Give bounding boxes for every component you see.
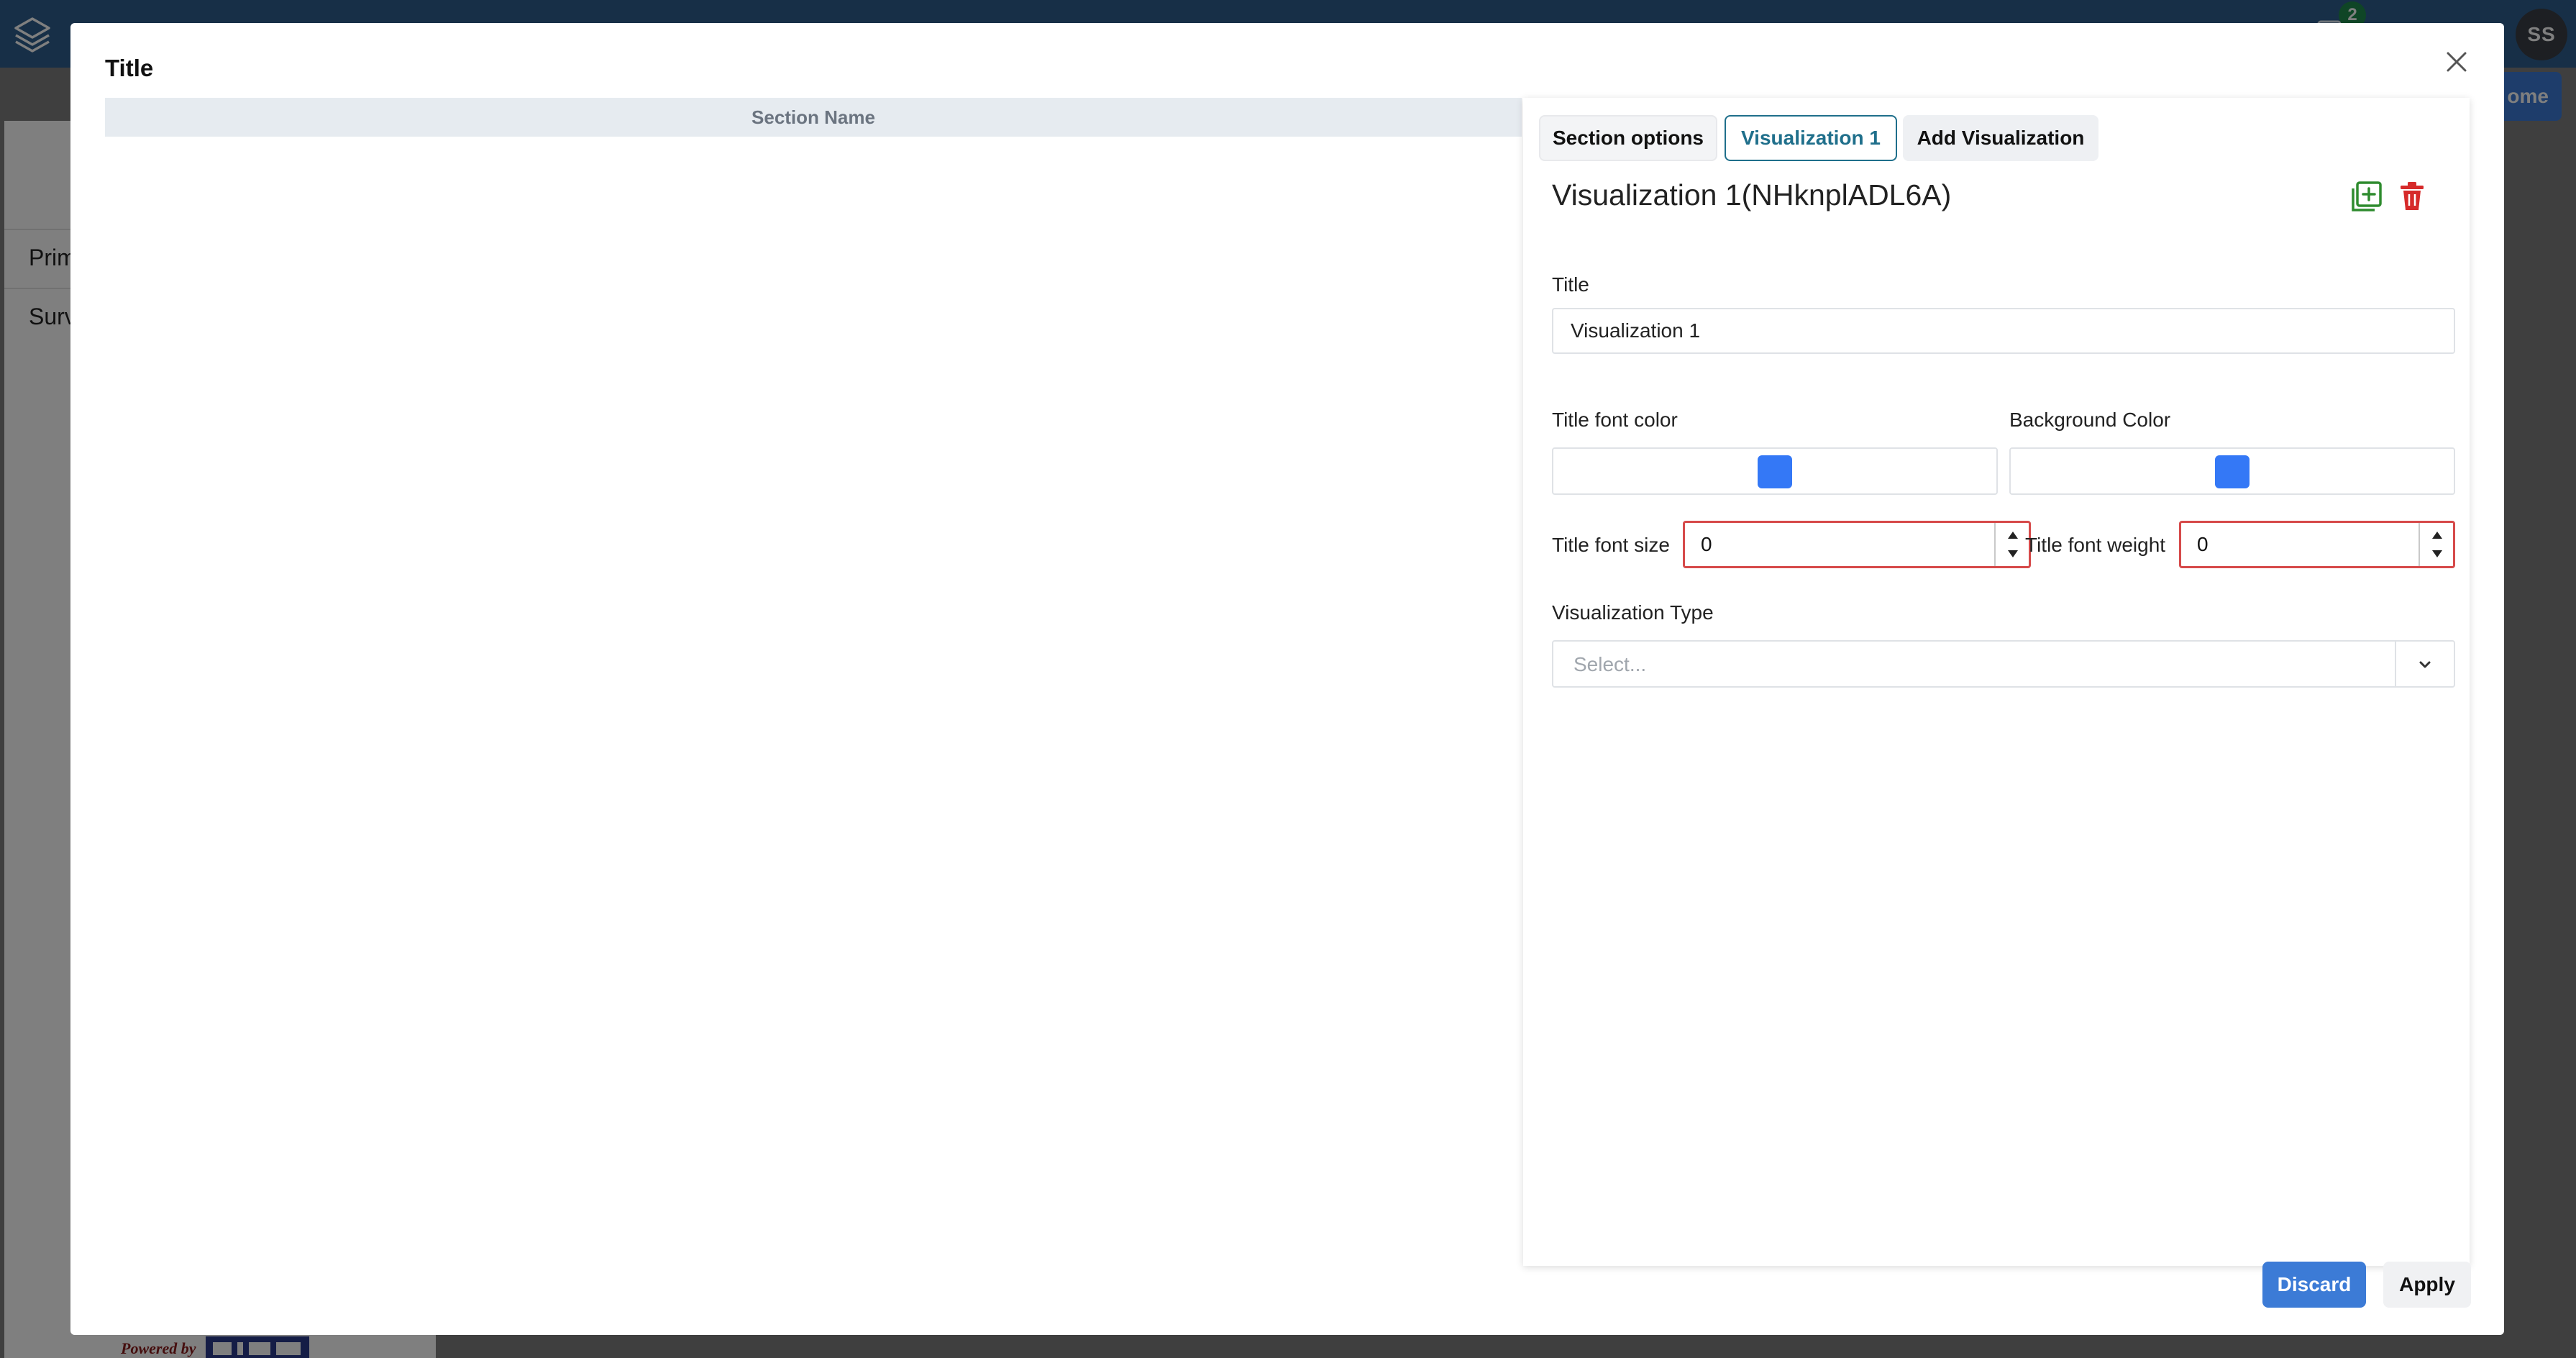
tab-add-visualization[interactable]: Add Visualization xyxy=(1903,115,2098,161)
background-color-picker[interactable] xyxy=(2009,447,2455,495)
visualization-heading: Visualization 1(NHknplADL6A) xyxy=(1552,178,1952,211)
title-font-weight-stepper[interactable] xyxy=(2419,523,2453,566)
title-font-color-swatch[interactable] xyxy=(1758,455,1792,488)
select-divider xyxy=(2395,642,2396,686)
edit-section-modal: Title Section Name Section options Visua… xyxy=(70,23,2504,1335)
background-color-swatch[interactable] xyxy=(2215,455,2250,488)
spinner-down-icon[interactable] xyxy=(2004,546,2022,562)
background-color-label: Background Color xyxy=(2009,409,2171,431)
duplicate-icon[interactable] xyxy=(2350,180,2383,213)
title-font-size-value: 0 xyxy=(1701,533,1712,555)
spinner-up-icon[interactable] xyxy=(2429,527,2446,543)
title-input[interactable] xyxy=(1552,308,2455,354)
discard-button[interactable]: Discard xyxy=(2262,1262,2366,1308)
modal-title: Title xyxy=(105,55,154,81)
title-font-size-input[interactable]: 0 xyxy=(1683,521,2031,568)
title-font-size-label: Title font size xyxy=(1552,534,1670,556)
chevron-down-icon[interactable] xyxy=(2415,656,2435,673)
close-icon[interactable] xyxy=(2441,46,2472,78)
visualization-type-select[interactable]: Select... xyxy=(1552,640,2455,688)
title-font-color-picker[interactable] xyxy=(1552,447,1998,495)
spinner-up-icon[interactable] xyxy=(2004,527,2022,543)
title-font-weight-label: Title font weight xyxy=(2025,534,2166,556)
apply-button[interactable]: Apply xyxy=(2383,1262,2471,1308)
tab-section-options[interactable]: Section options xyxy=(1539,115,1717,161)
title-label: Title xyxy=(1552,273,1589,296)
visualization-type-label: Visualization Type xyxy=(1552,601,1714,624)
page: 2 SS ome Prim Surv Powered by Title Sect… xyxy=(0,0,2576,1358)
trash-icon[interactable] xyxy=(2399,181,2425,211)
title-font-weight-input[interactable]: 0 xyxy=(2179,521,2455,568)
title-font-size-stepper[interactable] xyxy=(1994,523,2029,566)
title-font-color-label: Title font color xyxy=(1552,409,1678,431)
section-name-header: Section Name xyxy=(105,98,1522,137)
spinner-down-icon[interactable] xyxy=(2429,546,2446,562)
tab-visualization-1[interactable]: Visualization 1 xyxy=(1725,115,1897,161)
visualization-options-panel: Section options Visualization 1 Add Visu… xyxy=(1523,98,2470,1266)
title-font-weight-value: 0 xyxy=(2197,533,2209,555)
visualization-type-placeholder: Select... xyxy=(1574,653,1647,675)
